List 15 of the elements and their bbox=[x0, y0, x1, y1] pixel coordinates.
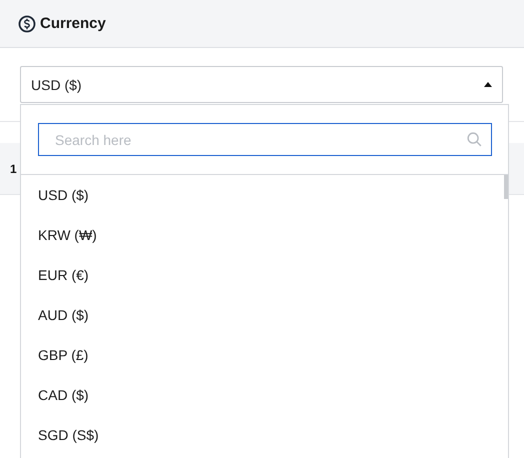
caret-icon bbox=[484, 82, 492, 87]
search-icon bbox=[466, 131, 483, 148]
dollar-icon bbox=[18, 14, 36, 32]
currency-option[interactable]: AUD ($) bbox=[21, 295, 508, 335]
row-text: 1 bbox=[10, 162, 17, 176]
currency-option[interactable]: CAD ($) bbox=[21, 375, 508, 415]
currency-option[interactable]: KRW (₩) bbox=[21, 215, 508, 255]
currency-option[interactable]: GBP (£) bbox=[21, 335, 508, 375]
scrollbar-thumb[interactable] bbox=[504, 175, 508, 199]
section-title: Currency bbox=[40, 15, 106, 32]
currency-option[interactable]: EUR (€) bbox=[21, 255, 508, 295]
currency-option[interactable]: USD ($) bbox=[21, 175, 508, 215]
search-field[interactable]: Search here bbox=[38, 123, 492, 156]
currency-option[interactable]: SGD (S$) bbox=[21, 415, 508, 455]
currency-select[interactable]: USD ($) bbox=[20, 66, 503, 103]
